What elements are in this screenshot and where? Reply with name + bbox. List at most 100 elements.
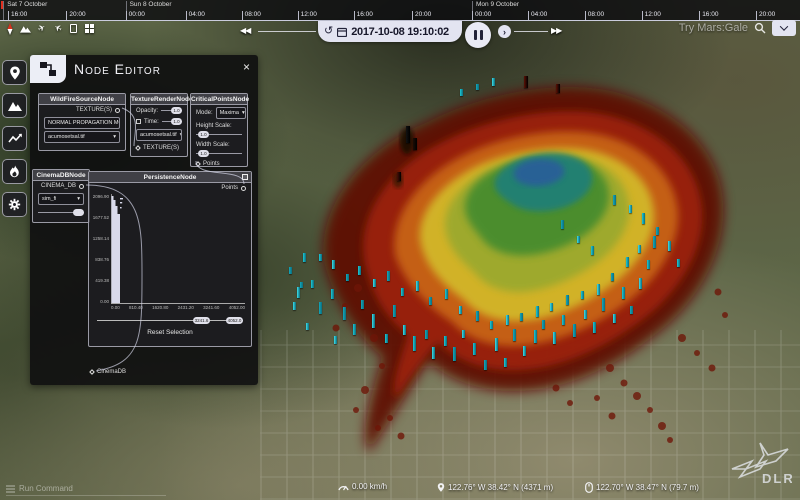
node-title[interactable]: CinemaDBNode <box>33 170 89 181</box>
input-port[interactable] <box>135 145 141 151</box>
sidebar-item-analysis[interactable] <box>2 126 27 151</box>
texture-file-select[interactable]: acumosetsal.tif▾ <box>44 131 120 143</box>
height-scale-slider[interactable]: 1.0 <box>196 131 242 138</box>
node-title[interactable]: PersistenceNode <box>89 172 251 183</box>
opacity-slider[interactable]: 1.0 <box>161 107 182 114</box>
history-icon[interactable]: ↺ <box>324 26 333 37</box>
console-icon <box>6 485 15 493</box>
mode-select[interactable]: Maxima▾ <box>216 107 246 119</box>
fire-icon <box>9 165 20 178</box>
simulation-select[interactable]: sim_fi▾ <box>38 193 84 205</box>
status-bar: Run Command 0.00 km/h 122.76° W 38.42° N… <box>0 482 800 496</box>
run-command-input[interactable]: Run Command <box>6 484 166 496</box>
sidebar-item-wildfire[interactable] <box>2 159 27 184</box>
time-slider[interactable]: 1.0 <box>162 118 182 125</box>
timeline-tick: 16:00 <box>8 11 27 20</box>
node-title[interactable]: TextureRenderNode <box>131 94 187 105</box>
input-port[interactable] <box>241 186 246 191</box>
playback-track-right[interactable] <box>514 31 548 32</box>
sidebar-item-settings[interactable] <box>2 192 27 217</box>
timeline-bar[interactable]: Sat 7 OctoberSun 8 OctoberMon 9 October … <box>0 0 800 21</box>
persistence-range-slider[interactable]: 3241.6 4052.0 <box>97 316 243 325</box>
search-input[interactable]: Try Mars:Gale <box>679 22 748 34</box>
node-texture-render[interactable]: TextureRenderNode Opacity: 1.0 Time: 1.0… <box>130 93 188 157</box>
node-persistence[interactable]: PersistenceNode Points 2096.901677.52125… <box>88 171 252 347</box>
timeline-tick: 12:00 <box>642 11 661 20</box>
rewind-button[interactable]: ◀◀ <box>240 26 250 35</box>
node-wildfire-source[interactable]: WildFireSourceNode TEXTURE(S) NORMAL PRO… <box>38 93 126 151</box>
port-label: Points <box>221 185 238 191</box>
gear-icon <box>8 198 21 211</box>
dlr-logo: DLR <box>730 439 792 490</box>
dlr-logo-text: DLR <box>762 471 792 485</box>
port-label: CinemaDB <box>97 369 126 375</box>
y-tick-label: 838.76 <box>95 257 109 262</box>
plane-takeoff-icon[interactable]: ✈ <box>36 23 47 34</box>
x-tick-label: 4052.00 <box>229 305 245 312</box>
speed-button[interactable]: › <box>498 25 511 38</box>
time-label: Time: <box>144 119 159 125</box>
port-label: Points <box>203 161 220 167</box>
node-title[interactable]: WildFireSourceNode <box>39 94 125 105</box>
current-datetime: 2017-10-08 19:10:02 <box>351 26 449 38</box>
location-pin-icon <box>437 482 445 493</box>
timeline-tick: 20:00 <box>412 11 431 20</box>
persistence-plot <box>111 194 245 304</box>
width-scale-label: Width Scale: <box>196 142 230 148</box>
node-cinema-db[interactable]: CinemaDBNode CINEMA_DB sim_fi▾ <box>32 169 90 223</box>
timestep-slider[interactable] <box>38 209 84 216</box>
texture-file-select[interactable]: acumosetsal.tif▾ <box>136 129 182 141</box>
fast-forward-button[interactable]: ▶▶ <box>551 26 561 35</box>
chevron-down-icon <box>780 22 788 30</box>
persistence-chart[interactable]: 2096.901677.521258.14838.76419.380.00 0.… <box>95 194 245 312</box>
mountains-icon[interactable] <box>20 23 31 34</box>
card-icon[interactable] <box>68 23 79 34</box>
cinema-db-input[interactable]: CinemaDB <box>90 369 126 375</box>
time-checkbox[interactable] <box>136 119 141 124</box>
input-port <box>89 369 95 375</box>
node-title[interactable]: CriticalPointsNode <box>191 94 247 105</box>
timeline-tick: 16:00 <box>354 11 373 20</box>
wildfire-simulation-surface <box>270 40 740 460</box>
propagation-mode-select[interactable]: NORMAL PROPAGATION MODE▾ <box>44 117 120 129</box>
search-icon[interactable] <box>754 22 766 34</box>
camera-coordinates: 122.76° W 38.42° N (4371 m) <box>437 482 553 493</box>
reset-selection-button[interactable]: Reset Selection <box>89 329 251 336</box>
timeline-tick: 12:00 <box>298 11 317 20</box>
persistence-y-axis: 2096.901677.521258.14838.76419.380.00 <box>95 194 110 304</box>
output-port[interactable] <box>115 108 120 113</box>
persistence-x-axis: 0.00810.401620.802431.203241.604052.00 <box>111 305 245 312</box>
compass-needle-icon[interactable] <box>4 23 15 34</box>
grid-icon[interactable] <box>84 23 95 34</box>
pause-button[interactable] <box>465 22 491 48</box>
playback-track-left[interactable] <box>258 31 316 32</box>
node-editor-header: Node Editor × <box>30 55 258 85</box>
application-window: { "timeline": { "dates": [ {"t":"Sat 7 O… <box>0 0 800 500</box>
plane-landing-icon[interactable]: ✈ <box>52 23 63 34</box>
range-handle-high[interactable]: 4052.0 <box>226 317 243 324</box>
node-editor-badge <box>30 55 66 83</box>
timeline-start-marker <box>1 1 3 9</box>
width-scale-slider[interactable]: 1.0 <box>196 150 242 157</box>
tool-sidebar <box>2 60 27 217</box>
output-port[interactable] <box>195 161 201 167</box>
maximize-icon[interactable] <box>242 174 248 180</box>
timeline-tick: 04:00 <box>528 11 547 20</box>
x-tick-label: 1620.80 <box>152 305 168 312</box>
collapse-toolbar-button[interactable] <box>772 20 796 36</box>
location-pin-icon <box>9 66 21 80</box>
timeline-tick: 04:00 <box>186 11 205 20</box>
datetime-display[interactable]: ↺ 2017-10-08 19:10:02 <box>318 21 462 42</box>
range-handle-low[interactable]: 3241.6 <box>193 317 210 324</box>
sidebar-item-locations[interactable] <box>2 60 27 85</box>
map-toolbar: ✈ ✈ <box>4 23 95 34</box>
y-tick-label: 419.38 <box>95 278 109 283</box>
output-port[interactable] <box>79 184 84 189</box>
sidebar-item-terrain[interactable] <box>2 93 27 118</box>
node-critical-points[interactable]: CriticalPointsNode Mode: Maxima▾ Height … <box>190 93 248 167</box>
x-tick-label: 810.40 <box>129 305 143 312</box>
close-icon[interactable]: × <box>243 60 250 74</box>
calendar-icon <box>337 27 347 37</box>
timeline-tick: 20:00 <box>66 11 85 20</box>
node-editor-panel[interactable]: Node Editor × WildFireSourceNode TEXTURE… <box>30 55 258 385</box>
